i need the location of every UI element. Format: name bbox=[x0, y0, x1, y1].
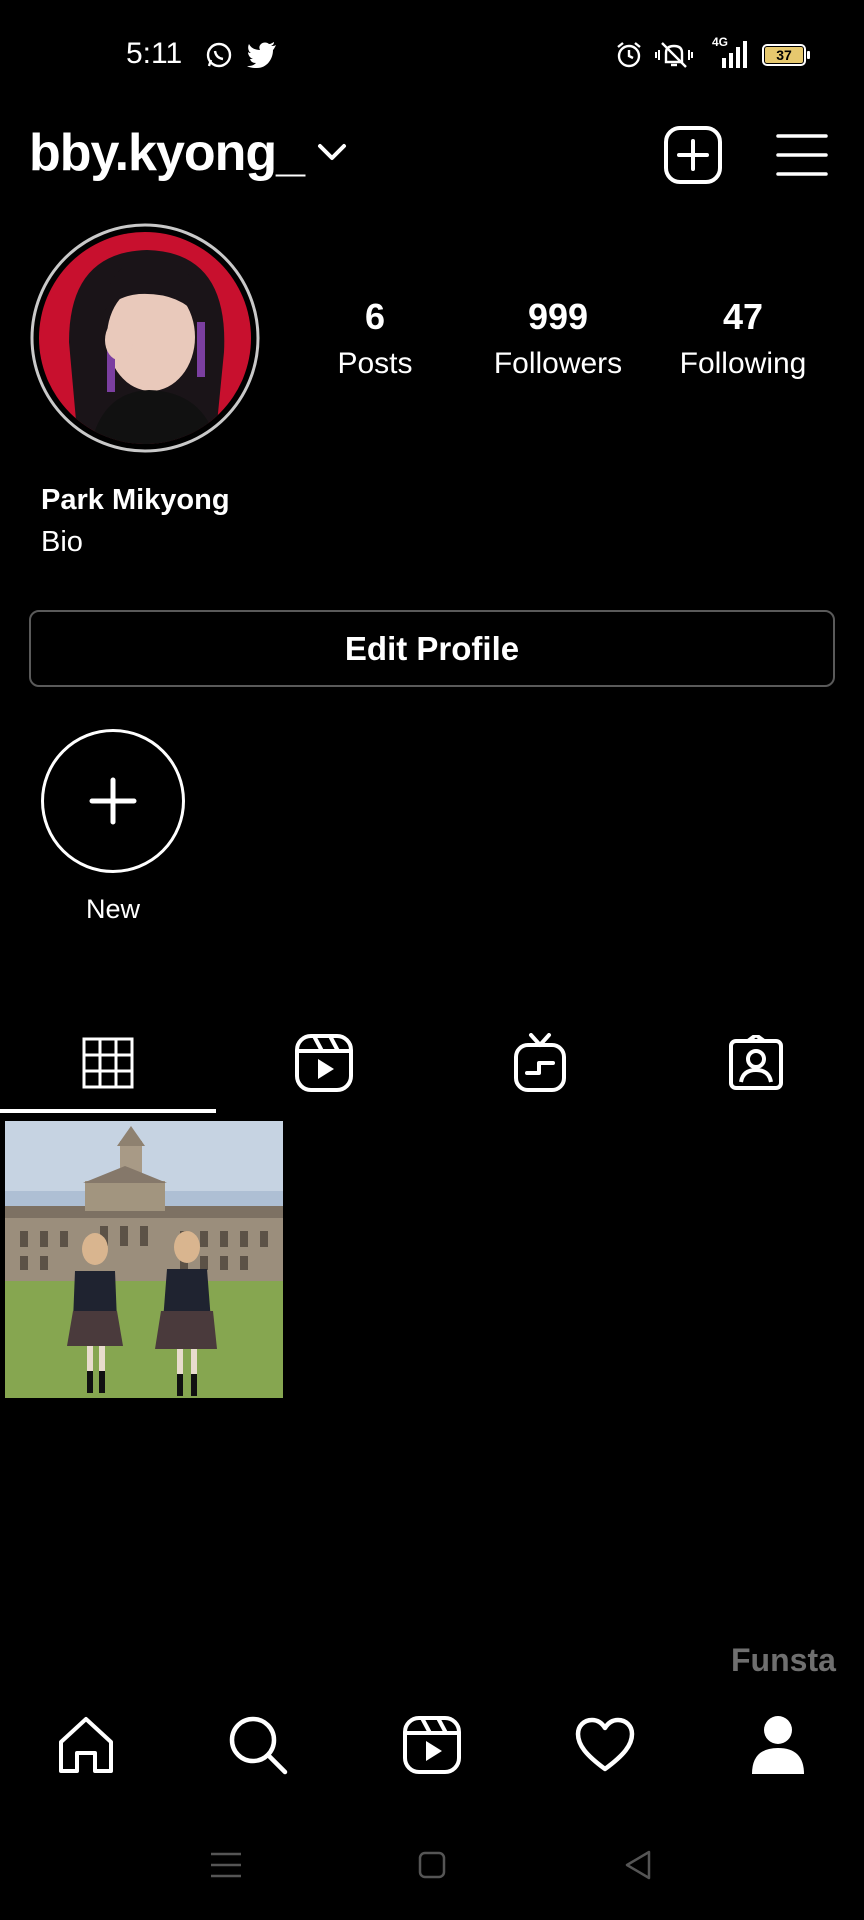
tab-posts-grid[interactable] bbox=[0, 1015, 216, 1111]
avatar[interactable] bbox=[29, 222, 261, 454]
plus-icon bbox=[89, 777, 137, 825]
tagged-icon bbox=[729, 1035, 783, 1090]
followers-label: Followers bbox=[493, 347, 623, 380]
twitter-icon bbox=[247, 42, 277, 68]
posts-label: Posts bbox=[337, 347, 413, 380]
reels-icon bbox=[295, 1034, 353, 1092]
igtv-icon bbox=[514, 1033, 566, 1092]
new-post-icon[interactable] bbox=[663, 125, 723, 185]
following-count: 47 bbox=[722, 296, 764, 337]
active-tab-indicator bbox=[0, 1109, 216, 1113]
whatsapp-icon bbox=[205, 41, 233, 69]
stat-following[interactable]: 47 Following bbox=[658, 295, 828, 383]
signal-icon: 4G bbox=[712, 35, 750, 70]
nav-activity[interactable] bbox=[555, 1705, 655, 1785]
status-time: 5:11 bbox=[126, 37, 183, 70]
back-icon[interactable] bbox=[608, 1845, 668, 1885]
alarm-icon bbox=[615, 41, 643, 69]
mute-icon bbox=[654, 40, 694, 70]
recents-icon[interactable] bbox=[196, 1845, 256, 1885]
posts-count: 6 bbox=[364, 296, 386, 337]
full-name: Park Mikyong bbox=[41, 484, 230, 516]
home-button-icon[interactable] bbox=[402, 1845, 462, 1885]
network-type: 4G bbox=[712, 35, 729, 49]
stat-followers[interactable]: 999 Followers bbox=[473, 295, 643, 383]
home-icon bbox=[59, 1717, 113, 1773]
edit-profile-button[interactable]: Edit Profile bbox=[29, 610, 835, 687]
post-thumbnail[interactable] bbox=[5, 1121, 283, 1398]
bio: Bio bbox=[41, 526, 83, 558]
grid-icon bbox=[82, 1037, 134, 1089]
username[interactable]: bby.kyong_ bbox=[29, 122, 305, 184]
nav-reels[interactable] bbox=[382, 1705, 482, 1785]
nav-home[interactable] bbox=[36, 1705, 136, 1785]
chevron-down-icon[interactable] bbox=[316, 140, 348, 164]
watermark: Funsta bbox=[731, 1642, 836, 1678]
followers-count: 999 bbox=[527, 296, 589, 337]
tab-reels[interactable] bbox=[216, 1015, 432, 1111]
menu-icon[interactable] bbox=[776, 133, 828, 177]
battery-icon: 37 bbox=[762, 44, 810, 66]
battery-level: 37 bbox=[776, 47, 792, 63]
reels-icon bbox=[403, 1716, 461, 1774]
search-icon bbox=[229, 1716, 288, 1775]
tab-igtv[interactable] bbox=[432, 1015, 648, 1111]
profile-icon bbox=[752, 1716, 804, 1774]
following-label: Following bbox=[679, 347, 807, 380]
new-highlight-button[interactable] bbox=[41, 729, 185, 873]
nav-search[interactable] bbox=[208, 1705, 308, 1785]
heart-icon bbox=[575, 1717, 635, 1772]
tab-tagged[interactable] bbox=[648, 1015, 864, 1111]
nav-profile[interactable] bbox=[728, 1705, 828, 1785]
new-highlight-label: New bbox=[85, 894, 140, 924]
stat-posts[interactable]: 6 Posts bbox=[290, 295, 460, 383]
